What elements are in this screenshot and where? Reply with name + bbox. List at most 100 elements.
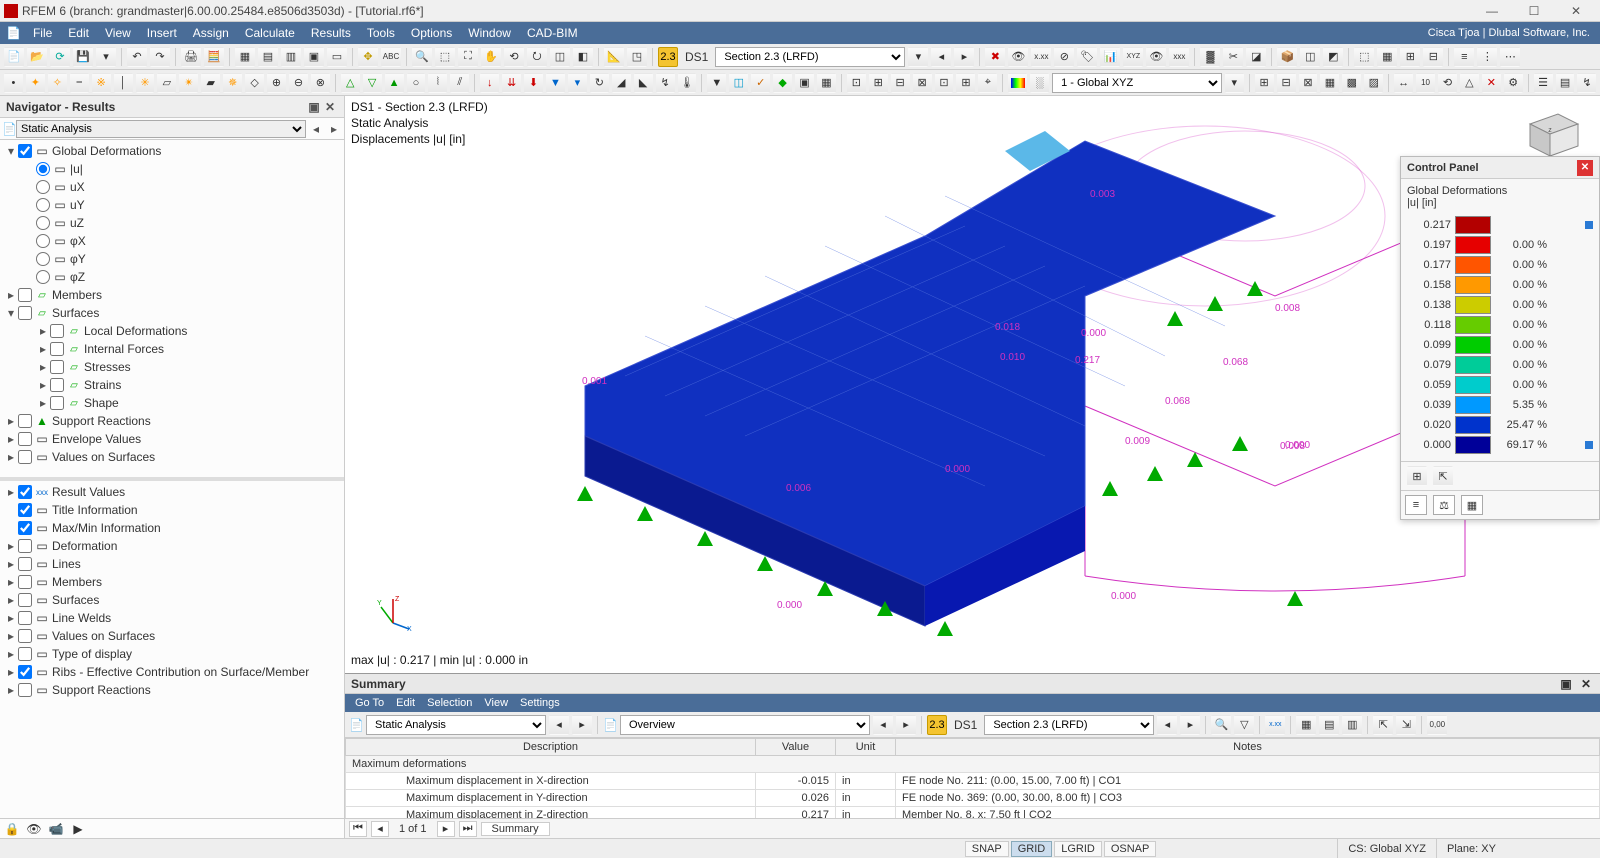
table-icon[interactable]: ▦ [235, 47, 255, 67]
dim4-icon[interactable]: △ [1460, 73, 1479, 93]
local-def-check[interactable] [50, 324, 64, 338]
load9-icon[interactable]: ↯ [656, 73, 675, 93]
orbit-icon[interactable]: ⟲ [504, 47, 524, 67]
temp-icon[interactable]: 🌡 [678, 73, 697, 93]
members2-check[interactable] [18, 575, 32, 589]
menu-options[interactable]: Options [403, 24, 460, 42]
new-file-icon[interactable]: 📄 [4, 47, 24, 67]
menu-window[interactable]: Window [460, 24, 519, 42]
grid1-icon[interactable]: ⊞ [1255, 73, 1274, 93]
navigator-pin-icon[interactable]: ▣ [306, 99, 322, 115]
stresses-check[interactable] [50, 360, 64, 374]
bp-grid1-icon[interactable]: ▦ [1296, 715, 1316, 735]
render-icon[interactable]: ▓ [1200, 47, 1220, 67]
result-values-check[interactable] [18, 485, 32, 499]
support-reactions2-check[interactable] [18, 683, 32, 697]
grid6-icon[interactable]: ▨ [1364, 73, 1383, 93]
solid-icon[interactable]: ▰ [201, 73, 220, 93]
navigator-icon[interactable]: ▥ [281, 47, 301, 67]
next-section-icon[interactable]: ▸ [954, 47, 974, 67]
statusbar-osnap[interactable]: OSNAP [1104, 841, 1157, 857]
show-values-icon[interactable]: 🏷 [1077, 47, 1097, 67]
pager-first-icon[interactable]: ⏮ [349, 821, 367, 837]
global-deformations-check[interactable] [18, 144, 32, 158]
snap1-icon[interactable]: ⊡ [847, 73, 866, 93]
tree-internal-forces[interactable]: Internal Forces [84, 342, 344, 356]
open-icon[interactable]: ◇ [245, 73, 264, 93]
print-icon[interactable]: 🖨 [181, 47, 201, 67]
iso-icon[interactable]: ◧ [573, 47, 593, 67]
support1-icon[interactable]: △ [341, 73, 360, 93]
support-reactions-check[interactable] [18, 414, 32, 428]
minimize-button[interactable]: — [1472, 1, 1512, 21]
xxx2-icon[interactable]: xxx [1169, 47, 1189, 67]
load5-icon[interactable]: ▾ [568, 73, 587, 93]
tree-members[interactable]: Members [52, 288, 344, 302]
clip-icon[interactable]: ◪ [1246, 47, 1266, 67]
load6-icon[interactable]: ↻ [590, 73, 609, 93]
tree-uy[interactable]: uY [70, 198, 344, 212]
vos2-check[interactable] [18, 629, 32, 643]
bp-grid3-icon[interactable]: ▥ [1342, 715, 1362, 735]
table-row[interactable]: Maximum displacement in X-direction -0.0… [346, 773, 1600, 790]
tree-stresses[interactable]: Stresses [84, 360, 344, 374]
close-button[interactable]: ✕ [1556, 1, 1596, 21]
xyz-icon[interactable]: XYZ [1123, 47, 1143, 67]
tree-u[interactable]: |u| [70, 162, 344, 176]
support3-icon[interactable]: ▲ [385, 73, 404, 93]
navigator-close-icon[interactable]: ✕ [322, 99, 338, 115]
spark3-icon[interactable]: ※ [92, 73, 111, 93]
linewelds-check[interactable] [18, 611, 32, 625]
legend-export-icon[interactable]: ⇱ [1433, 466, 1453, 486]
cube-result-icon[interactable]: ▣ [795, 73, 814, 93]
pager-last-icon[interactable]: ⏭ [459, 821, 477, 837]
menu-calculate[interactable]: Calculate [237, 24, 303, 42]
filter-icon[interactable]: ▼ [707, 73, 726, 93]
grid5-icon[interactable]: ▩ [1342, 73, 1361, 93]
op3-icon[interactable]: ⊗ [311, 73, 330, 93]
viewport-3d[interactable]: DS1 - Section 2.3 (LRFD) Static Analysis… [345, 96, 1600, 673]
tree-displaytype[interactable]: Type of display [52, 647, 344, 661]
analysis-type-select[interactable]: Static Analysis [16, 120, 306, 138]
radio-uy[interactable] [36, 198, 50, 212]
global-dropdown-icon[interactable]: ▾ [1225, 73, 1244, 93]
cube-icon[interactable]: ◳ [627, 47, 647, 67]
dim3-icon[interactable]: ⟲ [1438, 73, 1457, 93]
grad-icon[interactable] [1008, 73, 1027, 93]
multi-select-icon[interactable]: ⊞ [1400, 47, 1420, 67]
grid2-icon[interactable]: ⊟ [1277, 73, 1296, 93]
tree-vos[interactable]: Values on Surfaces [52, 450, 344, 464]
load3-icon[interactable]: ⬇ [524, 73, 543, 93]
shape-check[interactable] [50, 396, 64, 410]
box2-icon[interactable]: ◫ [1300, 47, 1320, 67]
radio-ux[interactable] [36, 180, 50, 194]
tree-ux[interactable]: uX [70, 180, 344, 194]
menu-results[interactable]: Results [303, 24, 359, 42]
panel-icon[interactable]: ▣ [304, 47, 324, 67]
menu-insert[interactable]: Insert [139, 24, 185, 42]
xxx-icon[interactable]: x.xx [1031, 47, 1051, 67]
delete-results-icon[interactable]: ✖ [985, 47, 1005, 67]
spark2-icon[interactable]: ✧ [48, 73, 67, 93]
bp-export-icon[interactable]: ⇱ [1373, 715, 1393, 735]
results-icon[interactable]: ✓ [751, 73, 770, 93]
redo-icon[interactable]: ↷ [150, 47, 170, 67]
list2-icon[interactable]: ▤ [1556, 73, 1575, 93]
zoom-window-icon[interactable]: ⬚ [435, 47, 455, 67]
tree-members2[interactable]: Members [52, 575, 344, 589]
snap2-icon[interactable]: ⊞ [869, 73, 888, 93]
spark5-icon[interactable]: ✴ [179, 73, 198, 93]
bp-filter-icon[interactable]: ▽ [1234, 715, 1254, 735]
select-icon[interactable]: ⬚ [1354, 47, 1374, 67]
gear-icon[interactable]: ⚙ [1504, 73, 1523, 93]
radio-phiy[interactable] [36, 252, 50, 266]
zoom-in-icon[interactable]: 🔍 [412, 47, 432, 67]
tree-title-info[interactable]: Title Information [52, 503, 344, 517]
deformation-check[interactable] [18, 539, 32, 553]
footer-eye-icon[interactable]: 👁 [26, 822, 42, 836]
load2-icon[interactable]: ⇊ [502, 73, 521, 93]
pager-tab[interactable]: Summary [481, 822, 550, 836]
summary-restore-icon[interactable]: ▣ [1558, 677, 1574, 691]
3d-icon[interactable]: 📐 [604, 47, 624, 67]
dim2-icon[interactable]: 10 [1416, 73, 1435, 93]
